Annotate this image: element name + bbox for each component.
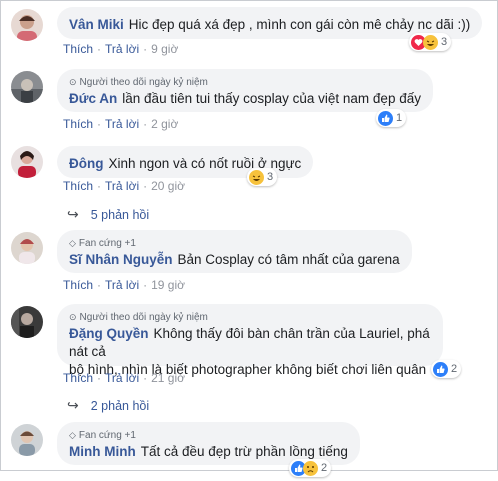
anniversary-icon: ⊙	[69, 77, 77, 87]
like-link[interactable]: Thích	[63, 278, 93, 292]
anniversary-icon: ⊙	[69, 312, 77, 322]
like-link[interactable]: Thích	[63, 42, 93, 56]
reply-arrow-icon: ↪	[67, 397, 79, 413]
sad-icon	[303, 460, 318, 476]
haha-icon	[423, 34, 438, 50]
reaction-count: 3	[267, 171, 274, 183]
reaction-count: 1	[396, 112, 403, 124]
follower-badge: ⊙ Người theo dõi ngày kỷ niệm	[69, 312, 208, 323]
view-replies-link[interactable]: ↪ 5 phản hồi	[67, 206, 149, 223]
comment-author[interactable]: Sĩ Nhân Nguyễn	[69, 252, 173, 267]
like-icon	[433, 361, 448, 377]
haha-icon	[249, 169, 264, 185]
avatar[interactable]	[11, 306, 43, 338]
comment-text: Bản Cosplay có tâm nhất của garena	[177, 252, 400, 267]
avatar[interactable]	[11, 9, 43, 41]
follower-badge: ⊙ Người theo dõi ngày kỷ niệm	[69, 77, 208, 88]
reaction-summary[interactable]: 3	[247, 168, 278, 186]
avatar[interactable]	[11, 146, 43, 178]
reaction-summary[interactable]: 2	[289, 459, 332, 477]
comment-bubble: ⊙ Người theo dõi ngày kỷ niệm Đặng Quyền K…	[57, 304, 445, 377]
comment-author[interactable]: Minh Minh	[69, 444, 136, 459]
comment-author[interactable]: Đức An	[69, 91, 117, 106]
reaction-count: 2	[321, 462, 328, 474]
reply-link[interactable]: Trả lời	[105, 117, 139, 131]
comment-text: Hic đẹp quá xá đẹp , mình con gái còn mê…	[128, 17, 471, 32]
reaction-summary[interactable]: 1	[376, 109, 407, 127]
fan-badge: ◇ Fan cứng +1	[69, 238, 136, 249]
reply-link[interactable]: Trả lời	[105, 278, 139, 292]
reaction-summary[interactable]: 2	[431, 360, 462, 378]
comment-timestamp[interactable]: 19 giờ	[151, 278, 185, 292]
comment-author[interactable]: Đông	[69, 156, 104, 171]
reaction-summary[interactable]: 3	[409, 33, 452, 51]
comment-actions: Thích · Trả lời · 21 giờ	[63, 371, 185, 385]
view-replies-link[interactable]: ↪ 2 phản hồi	[67, 397, 149, 414]
avatar[interactable]	[11, 71, 43, 103]
comment-timestamp[interactable]: 21 giờ	[151, 371, 185, 385]
comment-actions: Thích · Trả lời · 2 giờ	[63, 117, 179, 131]
reaction-count: 2	[451, 363, 458, 375]
comment-bubble: ⊙ Người theo dõi ngày kỷ niệm Đức An lần đ…	[57, 69, 433, 112]
fan-badge: ◇ Fan cứng +1	[69, 430, 136, 441]
reaction-count: 3	[441, 36, 448, 48]
reply-link[interactable]: Trả lời	[105, 179, 139, 193]
comment-text: lần đầu tiên tui thấy cosplay của việt n…	[122, 91, 421, 106]
diamond-icon: ◇	[69, 238, 76, 248]
comment-text: Tất cả đều đẹp trừ phần lồng tiếng	[140, 444, 348, 459]
avatar[interactable]	[11, 424, 43, 456]
reply-arrow-icon: ↪	[67, 206, 79, 222]
like-link[interactable]: Thích	[63, 179, 93, 193]
comment-author[interactable]: Vân Miki	[69, 17, 124, 32]
comment-bubble: ◇ Fan cứng +1 Sĩ Nhân Nguyễn Bản Cosplay c…	[57, 230, 412, 273]
reply-link[interactable]: Trả lời	[105, 42, 139, 56]
like-link[interactable]: Thích	[63, 371, 93, 385]
comment-actions: Thích · Trả lời · 20 giờ	[63, 179, 185, 193]
like-link[interactable]: Thích	[63, 117, 93, 131]
comment-actions: Thích · Trả lời · 9 giờ	[63, 42, 179, 56]
comment-author[interactable]: Đặng Quyền	[69, 326, 149, 341]
reply-link[interactable]: Trả lời	[105, 371, 139, 385]
comment-timestamp[interactable]: 20 giờ	[151, 179, 185, 193]
comment-actions: Thích · Trả lời · 19 giờ	[63, 278, 185, 292]
like-icon	[378, 110, 393, 126]
avatar[interactable]	[11, 232, 43, 264]
comment-timestamp[interactable]: 2 giờ	[151, 117, 178, 131]
diamond-icon: ◇	[69, 430, 76, 440]
comment-timestamp[interactable]: 9 giờ	[151, 42, 178, 56]
